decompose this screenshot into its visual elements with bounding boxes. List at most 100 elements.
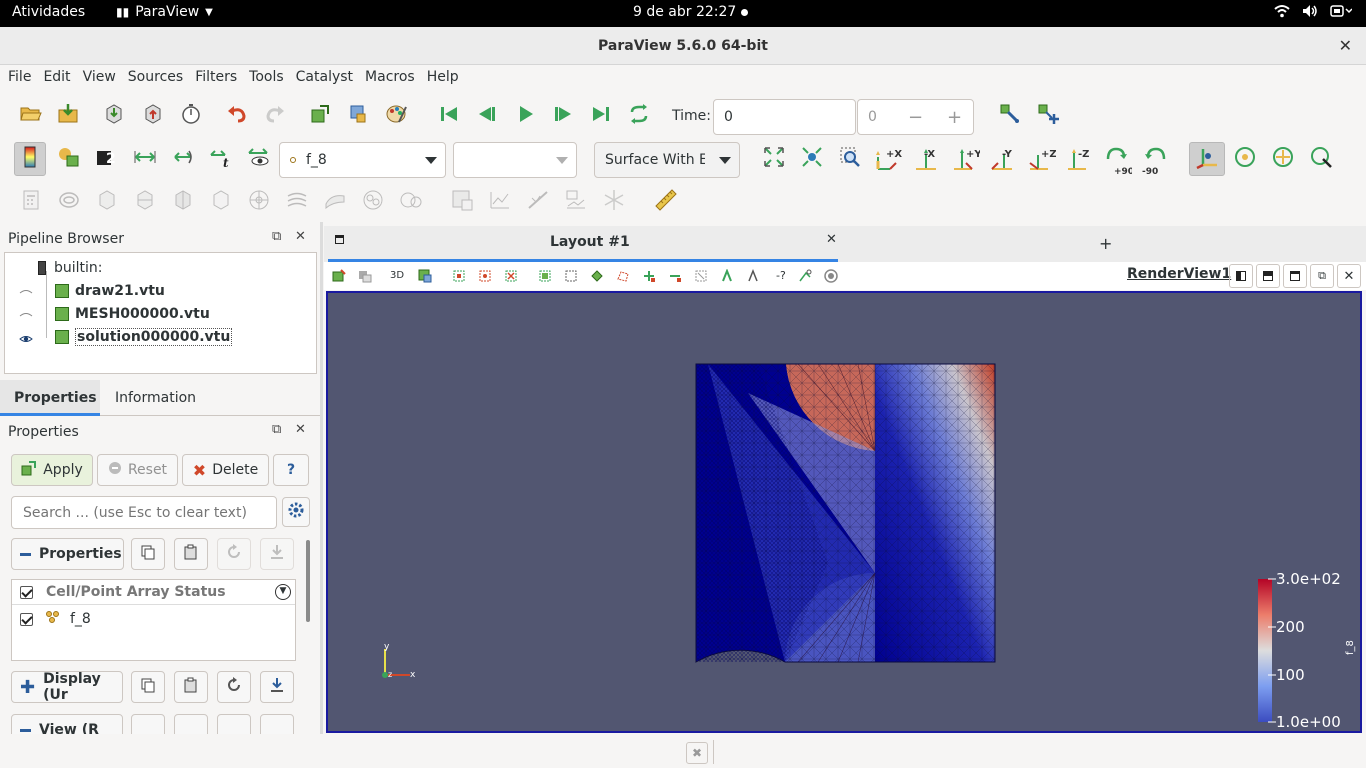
- close-window-button[interactable]: ✕: [1339, 36, 1352, 55]
- last-frame-button[interactable]: [587, 102, 615, 130]
- apply-button[interactable]: Apply: [11, 454, 93, 486]
- time-value-input[interactable]: 0: [713, 99, 856, 135]
- rotate-cw-button[interactable]: +90: [1102, 145, 1134, 177]
- save-view-defaults-button[interactable]: [260, 714, 294, 734]
- tab-information[interactable]: Information: [101, 380, 210, 416]
- previous-frame-button[interactable]: [473, 102, 501, 130]
- find-data-button[interactable]: [306, 102, 334, 130]
- pipeline-item-solution[interactable]: solution000000.vtu: [19, 326, 233, 348]
- view-plus-y-button[interactable]: +Y: [950, 145, 982, 173]
- glyph-button[interactable]: [245, 188, 273, 216]
- view-settings-icon[interactable]: [358, 269, 372, 283]
- close-view-button[interactable]: ✕: [1337, 264, 1361, 288]
- paste-properties-button[interactable]: [174, 538, 208, 570]
- visible-range-eye-button[interactable]: [245, 145, 273, 173]
- render-view-name[interactable]: RenderView1: [1127, 266, 1231, 282]
- properties-section-toggle[interactable]: Properties: [11, 538, 124, 570]
- connect-button[interactable]: [177, 102, 205, 130]
- eye-closed-icon[interactable]: [19, 309, 33, 319]
- restore-defaults-button[interactable]: [217, 538, 251, 570]
- pipeline-root[interactable]: builtin:: [38, 257, 103, 279]
- save-defaults-button[interactable]: [260, 538, 294, 570]
- close-panel-button[interactable]: ✕: [295, 422, 306, 437]
- slice-button[interactable]: [131, 188, 159, 216]
- menu-catalyst[interactable]: Catalyst: [296, 65, 363, 92]
- edit-selection-icon[interactable]: [720, 269, 734, 283]
- eye-open-icon[interactable]: [19, 332, 33, 342]
- first-frame-button[interactable]: [435, 102, 463, 130]
- menu-macros[interactable]: Macros: [365, 65, 425, 92]
- copy-properties-button[interactable]: [131, 538, 165, 570]
- rescale-custom-range-button[interactable]: [131, 145, 159, 173]
- grow-selection-icon[interactable]: [642, 269, 656, 283]
- component-select[interactable]: [453, 142, 577, 178]
- copy-display-button[interactable]: [131, 671, 165, 703]
- restore-view-defaults-button[interactable]: [217, 714, 251, 734]
- show-orientation-axes-button[interactable]: [1189, 142, 1225, 176]
- reset-button[interactable]: Reset: [97, 454, 178, 486]
- menu-file[interactable]: File: [8, 65, 41, 92]
- cancel-progress-button[interactable]: ✖: [686, 742, 708, 764]
- redo-button[interactable]: [261, 102, 289, 130]
- pipeline-item-mesh[interactable]: MESH000000.vtu: [19, 303, 210, 325]
- clip-button[interactable]: [93, 188, 121, 216]
- rescale-temporal-range-button[interactable]: t: [207, 145, 235, 173]
- eye-closed-icon[interactable]: [19, 286, 33, 296]
- dock-splitter[interactable]: [320, 222, 323, 734]
- group-datasets-button[interactable]: [359, 188, 387, 216]
- menu-tools[interactable]: Tools: [249, 65, 294, 92]
- rescale-visible-range-button[interactable]: [169, 145, 197, 173]
- reset-range-button[interactable]: 2: [93, 145, 121, 173]
- color-by-select[interactable]: f_8: [279, 142, 446, 178]
- system-tray[interactable]: [1274, 4, 1353, 22]
- copy-view-button[interactable]: [131, 714, 165, 734]
- calculator-button[interactable]: [17, 188, 45, 216]
- menu-edit[interactable]: Edit: [43, 65, 80, 92]
- select-points-on-icon[interactable]: [478, 269, 492, 283]
- stop-icon[interactable]: [824, 269, 838, 283]
- time-index-spinbox[interactable]: 0 − +: [857, 99, 974, 135]
- menu-view[interactable]: View: [83, 65, 126, 92]
- stream-tracer-button[interactable]: [283, 188, 311, 216]
- zoom-to-box-button[interactable]: [836, 145, 864, 173]
- help-button[interactable]: ?: [273, 454, 309, 486]
- plot-over-line-button[interactable]: [524, 188, 552, 216]
- view-minus-x-button[interactable]: -X: [912, 145, 942, 173]
- delete-button[interactable]: ✖ Delete: [182, 454, 269, 486]
- view-minus-z-button[interactable]: -Z: [1064, 145, 1094, 173]
- search-input[interactable]: [11, 496, 277, 529]
- view-minus-y-button[interactable]: -Y: [988, 145, 1018, 173]
- array-row[interactable]: f_8: [12, 607, 295, 631]
- add-camera-link-button[interactable]: [1034, 102, 1062, 130]
- save-data-button[interactable]: [55, 102, 83, 130]
- open-file-button[interactable]: [17, 102, 45, 130]
- plot-selection-button[interactable]: [448, 188, 476, 216]
- advanced-settings-button[interactable]: [282, 497, 310, 527]
- shrink-selection-icon[interactable]: [668, 269, 682, 283]
- extract-level-button[interactable]: [397, 188, 425, 216]
- pop-out-view-button[interactable]: ⧉: [1310, 264, 1334, 288]
- menu-help[interactable]: Help: [427, 65, 469, 92]
- view-plus-x-button[interactable]: +X: [874, 145, 904, 173]
- interactive-select-icon[interactable]: [564, 269, 578, 283]
- show-labels-icon[interactable]: [746, 269, 760, 283]
- tab-properties[interactable]: Properties: [0, 380, 100, 416]
- next-frame-button[interactable]: [549, 102, 577, 130]
- select-all-checkbox[interactable]: [20, 585, 33, 599]
- clear-selection-icon[interactable]: [694, 269, 708, 283]
- tooltip-selection-icon[interactable]: -?: [776, 269, 786, 283]
- undo-button[interactable]: [223, 102, 251, 130]
- float-panel-button[interactable]: ⧉: [272, 422, 281, 437]
- maximize-icon[interactable]: [335, 235, 344, 244]
- reset-center-button[interactable]: [1269, 145, 1297, 173]
- tab-layout-1[interactable]: Layout #1 ✕: [328, 226, 838, 262]
- increment-icon[interactable]: +: [947, 107, 962, 128]
- render-view[interactable]: 3.0e+02 200 100 1.0e+00 f_8 y x z: [326, 291, 1362, 733]
- restore-display-defaults-button[interactable]: [217, 671, 251, 703]
- find-data-selection-icon[interactable]: [798, 269, 812, 283]
- app-menu[interactable]: ▮▮ ParaView ▼: [116, 4, 213, 20]
- maximize-view-button[interactable]: [1283, 264, 1307, 288]
- split-horizontal-button[interactable]: [1229, 264, 1253, 288]
- close-tab-icon[interactable]: ✕: [826, 232, 837, 247]
- float-panel-button[interactable]: ⧉: [272, 229, 281, 244]
